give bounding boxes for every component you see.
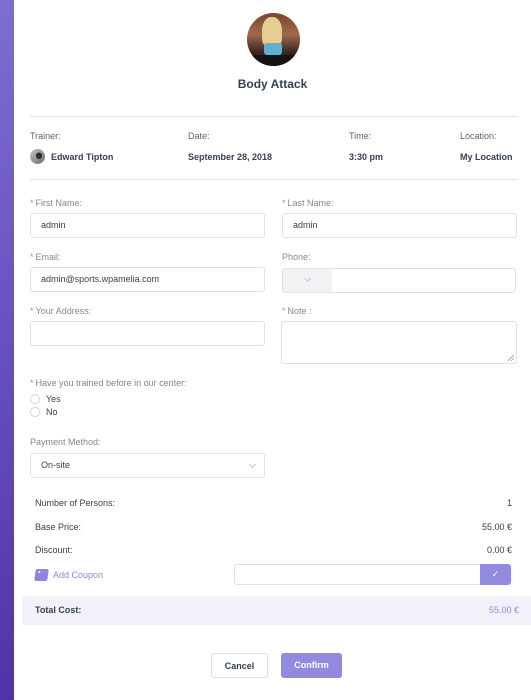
chevron-down-icon <box>303 274 312 283</box>
trainer-name: Edward Tipton <box>51 152 114 162</box>
event-title: Body Attack <box>237 77 308 91</box>
required-mark: * <box>30 378 34 388</box>
required-mark: * <box>282 198 286 208</box>
total-cost-label: Total Cost: <box>35 605 82 615</box>
discount-row: Discount: 0.00 € <box>35 545 512 555</box>
required-mark: * <box>30 306 34 316</box>
check-icon: ✓ <box>491 569 500 579</box>
payment-method-value: On-site <box>41 460 71 470</box>
discount-value: 0.00 € <box>486 545 512 555</box>
first-name-label: * First Name: <box>30 198 83 208</box>
divider <box>30 116 518 117</box>
discount-label: Discount: <box>35 545 73 555</box>
trainer-avatar <box>30 149 45 164</box>
coupon-tag-icon <box>34 569 49 581</box>
sidebar-gradient-strip <box>0 0 14 700</box>
phone-label: Phone: <box>282 252 311 262</box>
date-label: Date: <box>188 131 210 141</box>
required-mark: * <box>30 198 34 208</box>
coupon-input[interactable] <box>234 564 481 585</box>
location-value: My Location <box>460 152 513 162</box>
confirm-button[interactable]: Confirm <box>281 653 342 678</box>
chevron-down-icon <box>248 460 257 469</box>
cancel-button[interactable]: Cancel <box>211 653 268 678</box>
persons-label: Number of Persons: <box>35 498 116 508</box>
base-price-label: Base Price: <box>35 522 82 532</box>
radio-option-yes[interactable]: Yes <box>30 394 61 404</box>
time-value: 3:30 pm <box>349 152 384 162</box>
date-value: September 28, 2018 <box>188 152 273 162</box>
payment-method-select[interactable]: On-site <box>30 453 265 478</box>
resize-handle-icon[interactable] <box>508 355 514 361</box>
time-label: Time: <box>349 131 372 141</box>
note-textarea[interactable] <box>281 321 517 364</box>
location-label: Location: <box>460 131 497 141</box>
persons-row: Number of Persons: 1 <box>35 498 512 508</box>
address-label: * Your Address: <box>30 306 92 316</box>
phone-input[interactable] <box>332 268 516 293</box>
add-coupon-link[interactable]: Add Coupon <box>34 569 103 581</box>
required-mark: * <box>282 306 286 316</box>
radio-button[interactable] <box>30 394 40 404</box>
total-cost-value: 55.00 € <box>488 605 519 615</box>
booking-form-card: Body Attack Trainer: Edward Tipton Date:… <box>14 0 531 700</box>
phone-country-select[interactable] <box>282 268 333 293</box>
event-image <box>247 13 300 66</box>
base-price-row: Base Price: 55.00 € <box>35 522 512 532</box>
trained-before-label: * Have you trained before in our center: <box>30 378 187 388</box>
note-label: * Note : <box>282 306 312 316</box>
email-label: * Email: <box>30 252 61 262</box>
last-name-label: * Last Name: <box>282 198 334 208</box>
trainer-label: Trainer: <box>30 131 61 141</box>
apply-coupon-button[interactable]: ✓ <box>480 564 511 585</box>
radio-option-no[interactable]: No <box>30 407 58 417</box>
divider <box>30 179 518 180</box>
required-mark: * <box>30 252 34 262</box>
radio-button[interactable] <box>30 407 40 417</box>
first-name-input[interactable]: admin <box>30 213 265 238</box>
base-price-value: 55.00 € <box>481 522 512 532</box>
address-input[interactable] <box>30 321 265 346</box>
payment-method-label: Payment Method: <box>30 437 101 447</box>
email-input[interactable]: admin@sports.wpamelia.com <box>30 267 265 292</box>
total-cost-row: Total Cost: 55.00 € <box>22 596 531 625</box>
persons-value: 1 <box>506 498 512 508</box>
last-name-input[interactable]: admin <box>282 213 517 238</box>
